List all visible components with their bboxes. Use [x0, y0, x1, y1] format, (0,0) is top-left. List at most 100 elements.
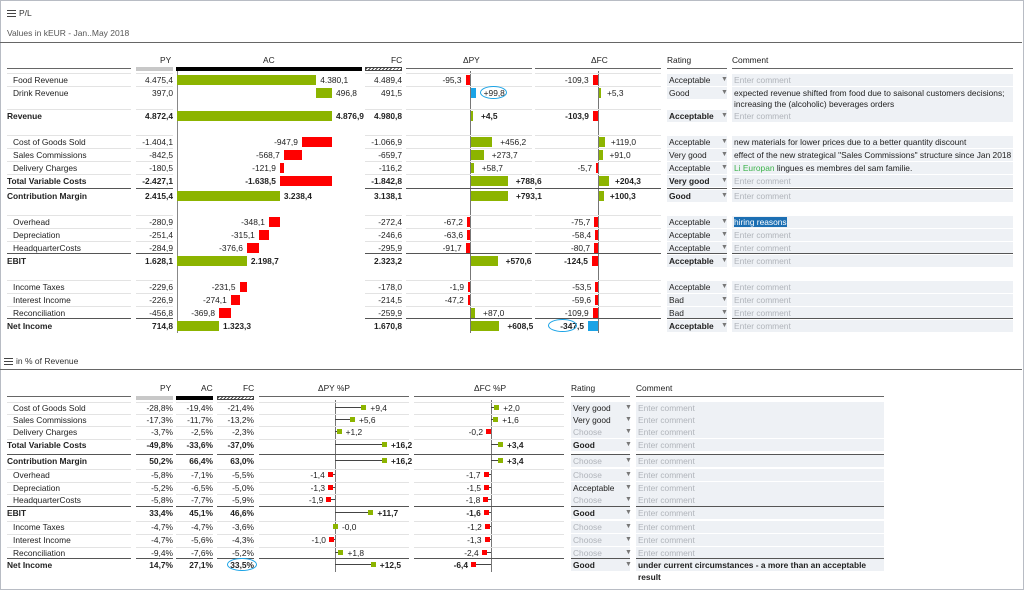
rating-dropdown[interactable]: Acceptable [667, 216, 727, 228]
dropdown-arrow-icon[interactable]: ▼ [721, 320, 728, 332]
dropdown-arrow-icon[interactable]: ▼ [721, 110, 728, 122]
row-divider [406, 161, 532, 162]
comment-input[interactable]: Enter comment [636, 439, 884, 451]
comment-input[interactable]: Enter comment [636, 402, 884, 414]
rating-dropdown[interactable]: Choose [571, 494, 630, 506]
comment-input[interactable]: Enter comment [732, 294, 1013, 306]
dropdown-arrow-icon[interactable]: ▼ [721, 255, 728, 267]
rating-dropdown[interactable]: Acceptable [667, 255, 727, 267]
comment-input[interactable]: Li Europan lingues es membres del sam fa… [732, 162, 1013, 174]
comment-input[interactable]: Enter comment [636, 414, 884, 426]
dropdown-arrow-icon[interactable]: ▼ [625, 455, 632, 467]
comment-input[interactable]: Enter comment [732, 190, 1013, 202]
delta-fc-dot [483, 510, 489, 515]
py-value: 1.628,1 [145, 256, 173, 266]
rating-dropdown[interactable]: Acceptable [667, 162, 727, 174]
row-divider [259, 414, 409, 415]
comment-input[interactable]: Enter comment [636, 482, 884, 494]
row-divider [7, 228, 131, 229]
comment-input[interactable]: Enter comment [732, 255, 1013, 267]
dropdown-arrow-icon[interactable]: ▼ [625, 426, 632, 438]
comment-input[interactable]: new materials for lower prices due to a … [732, 136, 1013, 148]
comment-text: lingues es membres del sam familie. [774, 163, 913, 173]
dropdown-arrow-icon[interactable]: ▼ [625, 469, 632, 481]
delta-py-bar [471, 176, 508, 186]
row-label: Net Income [7, 321, 53, 331]
rating-dropdown[interactable]: Choose [571, 521, 630, 533]
comment-input[interactable]: Enter comment [732, 110, 1013, 122]
rating-dropdown[interactable]: Very good [571, 402, 630, 414]
rating-dropdown[interactable]: Choose [571, 469, 630, 481]
total-rule [406, 318, 532, 319]
total-rule [136, 253, 173, 254]
rating-dropdown[interactable]: Very good [667, 175, 727, 187]
dropdown-arrow-icon[interactable]: ▼ [721, 87, 728, 99]
rating-dropdown[interactable]: Acceptable [667, 229, 727, 241]
delta-py-value: +1,8 [347, 548, 364, 558]
comment-placeholder: Enter comment [734, 321, 791, 331]
dropdown-arrow-icon[interactable]: ▼ [721, 136, 728, 148]
dropdown-arrow-icon[interactable]: ▼ [625, 559, 632, 571]
rating-dropdown[interactable]: Very good [571, 414, 630, 426]
rating-dropdown[interactable]: Acceptable [667, 281, 727, 293]
comment-input[interactable]: Enter comment [636, 534, 884, 546]
rating-dropdown[interactable]: Acceptable [667, 74, 727, 86]
comment-input[interactable]: Enter comment [636, 469, 884, 481]
rating-dropdown[interactable]: Choose [571, 426, 630, 438]
comment-input[interactable]: Enter comment [636, 494, 884, 506]
fc-value: -272,4 [378, 217, 402, 227]
ac-bar [316, 88, 332, 98]
comment-input[interactable]: Enter comment [636, 521, 884, 533]
rating-dropdown[interactable]: Good [667, 190, 727, 202]
dropdown-arrow-icon[interactable]: ▼ [625, 521, 632, 533]
dropdown-arrow-icon[interactable]: ▼ [721, 74, 728, 86]
dropdown-arrow-icon[interactable]: ▼ [721, 190, 728, 202]
dropdown-arrow-icon[interactable]: ▼ [625, 482, 632, 494]
comment-input[interactable]: under current circumstances - a more tha… [636, 559, 884, 582]
row-label: Total Variable Costs [7, 176, 87, 186]
rating-dropdown[interactable]: Choose [571, 534, 630, 546]
comment-input[interactable]: Enter comment [636, 455, 884, 467]
comment-input[interactable]: Enter comment [636, 426, 884, 438]
comment-input[interactable]: Enter comment [732, 74, 1013, 86]
comment-input[interactable]: effect of the new strategical "Sales Com… [732, 149, 1013, 161]
rating-dropdown[interactable]: Acceptable [571, 482, 630, 494]
dropdown-arrow-icon[interactable]: ▼ [625, 507, 632, 519]
rating-dropdown[interactable]: Good [667, 87, 727, 99]
comment-input[interactable]: Enter comment [636, 507, 884, 519]
rating-dropdown[interactable]: Acceptable [667, 110, 727, 122]
comment-input[interactable]: Enter comment [732, 229, 1013, 241]
rating-dropdown[interactable]: Acceptable [667, 136, 727, 148]
row-divider [406, 241, 532, 242]
comment-placeholder: Enter comment [734, 230, 791, 240]
rating-dropdown[interactable]: Good [571, 507, 630, 519]
dropdown-arrow-icon[interactable]: ▼ [625, 439, 632, 451]
dropdown-arrow-icon[interactable]: ▼ [721, 281, 728, 293]
row-label: Overhead [13, 217, 50, 227]
rating-dropdown[interactable]: Bad [667, 294, 727, 306]
dropdown-arrow-icon[interactable]: ▼ [721, 229, 728, 241]
dropdown-arrow-icon[interactable]: ▼ [721, 216, 728, 228]
dropdown-arrow-icon[interactable]: ▼ [625, 534, 632, 546]
dropdown-arrow-icon[interactable]: ▼ [721, 294, 728, 306]
comment-input[interactable]: Enter comment [732, 175, 1013, 187]
dropdown-arrow-icon[interactable]: ▼ [625, 414, 632, 426]
comment-input[interactable]: expected revenue shifted from food due t… [732, 87, 1013, 111]
comment-input[interactable]: Enter comment [732, 320, 1013, 332]
dropdown-arrow-icon[interactable]: ▼ [625, 402, 632, 414]
dropdown-arrow-icon[interactable]: ▼ [625, 494, 632, 506]
rating-dropdown[interactable]: Very good [667, 149, 727, 161]
row-divider [7, 241, 131, 242]
row-label: EBIT [7, 256, 27, 266]
comment-input[interactable]: hiring reasons [732, 216, 1013, 228]
delta-fc-bar [594, 243, 598, 253]
dropdown-arrow-icon[interactable]: ▼ [721, 149, 728, 161]
row-divider [535, 73, 661, 74]
rating-dropdown[interactable]: Good [571, 559, 630, 571]
rating-dropdown[interactable]: Good [571, 439, 630, 451]
rating-dropdown[interactable]: Acceptable [667, 320, 727, 332]
dropdown-arrow-icon[interactable]: ▼ [721, 175, 728, 187]
dropdown-arrow-icon[interactable]: ▼ [721, 162, 728, 174]
comment-input[interactable]: Enter comment [732, 281, 1013, 293]
rating-dropdown[interactable]: Choose [571, 455, 630, 467]
